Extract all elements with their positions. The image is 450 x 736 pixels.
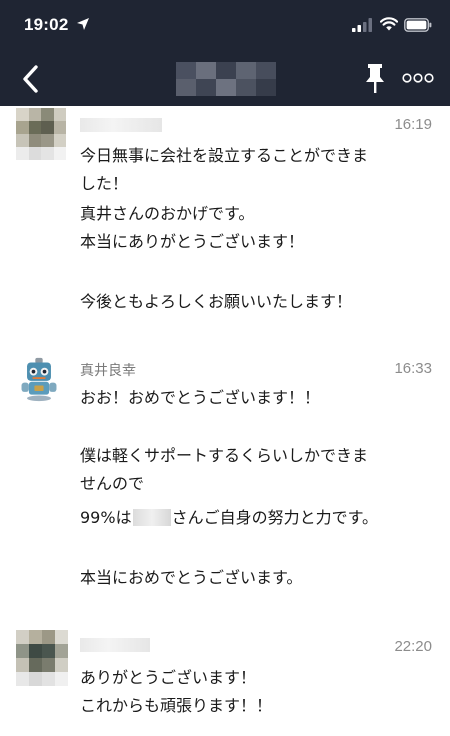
avatar[interactable] [16, 630, 68, 686]
message-text: 今日無事に会社を設立することができま [80, 146, 369, 165]
status-bar: 19:02 [0, 0, 450, 52]
message-text: せんので [80, 474, 145, 493]
message: 真井良幸 16:33 おお！おめでとうございます！！ 僕は軽くサポートするくらい… [0, 350, 450, 610]
message-text: 今後ともよろしくお願いいたします！ [80, 292, 353, 311]
message-time: 16:33 [394, 360, 432, 377]
message-text: 僕は軽くサポートするくらいしかできま [80, 446, 369, 465]
message: 16:19 今日無事に会社を設立することができま した！ 真井さんのおかげです。… [0, 106, 450, 336]
sender-name-blurred [80, 638, 150, 652]
message-text-rest: さんご自身の努力と力です。 [171, 508, 378, 527]
message-text: 99%は さんご自身の努力と力です。 [80, 508, 378, 528]
message-text: 真井さんのおかげです。 [80, 204, 255, 223]
status-time: 19:02 [24, 15, 69, 34]
sender-name-blurred [80, 118, 162, 132]
percent-text: 99%は [80, 508, 132, 527]
message-time: 22:20 [394, 638, 432, 655]
message-text: おお！おめでとうございます！！ [80, 388, 321, 407]
avatar[interactable] [16, 108, 66, 160]
wifi-icon [380, 17, 398, 31]
blurred-name [132, 509, 171, 526]
message-text: 本当にありがとうございます！ [80, 232, 305, 251]
message-text: した！ [80, 174, 129, 193]
more-options-icon[interactable] [402, 68, 434, 88]
cellular-signal-icon [352, 18, 372, 32]
robot-avatar-icon[interactable] [16, 356, 62, 402]
battery-icon [404, 18, 432, 32]
chat-header [0, 52, 450, 106]
message-text: ありがとうございます！ [80, 668, 257, 687]
chat-title-blurred [176, 62, 276, 96]
sender-name: 真井良幸 [80, 363, 136, 379]
message-time: 16:19 [394, 116, 432, 133]
top-bar: 19:02 [0, 0, 450, 106]
location-arrow-icon [77, 18, 89, 30]
pin-icon[interactable] [364, 62, 386, 94]
message-text: これからも頑張ります！！ [80, 696, 273, 715]
message-text: 本当におめでとうございます。 [80, 568, 303, 587]
chevron-left-icon[interactable] [16, 62, 46, 96]
message: 22:20 ありがとうございます！ これからも頑張ります！！ [0, 626, 450, 736]
